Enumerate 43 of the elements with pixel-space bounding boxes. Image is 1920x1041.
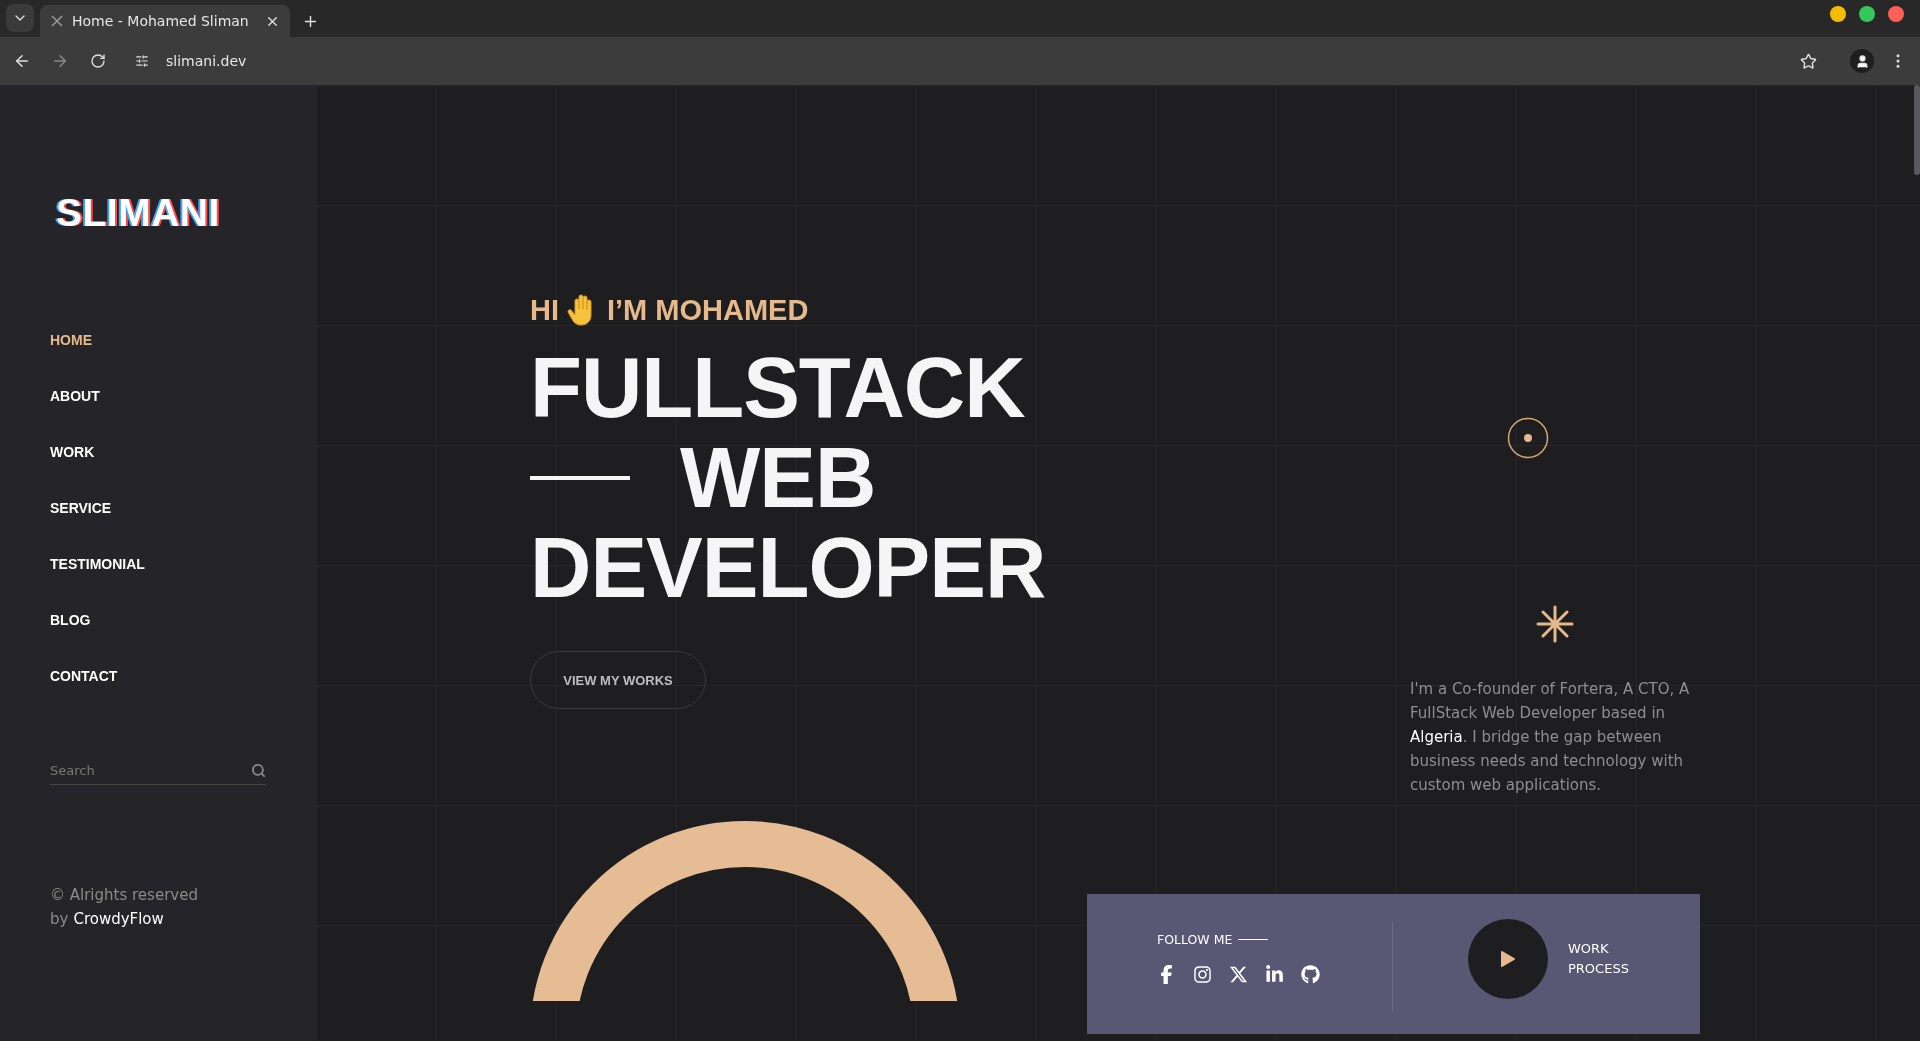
forward-icon[interactable] <box>51 52 69 70</box>
hero-title-line: FULLSTACK <box>530 343 1025 433</box>
x-icon[interactable] <box>1229 965 1248 984</box>
work-process-label[interactable]: WORK PROCESS <box>1568 939 1638 979</box>
nav-link[interactable]: CONTACT <box>50 667 118 685</box>
back-icon[interactable] <box>13 52 31 70</box>
play-icon <box>1500 950 1516 968</box>
search-field[interactable]: Search <box>50 763 251 778</box>
about-paragraph: I'm a Co-founder of Fortera, A CTO, A FullStack Web Developer based in Algeria. I bridge the gap between business needs and technology with custom web applications. <box>1410 679 1691 796</box>
search-icon[interactable] <box>251 763 266 778</box>
scrollbar-thumb[interactable] <box>1914 85 1920 175</box>
nav-link[interactable]: BLOG <box>50 611 91 629</box>
copyright-text: © Alrights reserved <box>50 886 198 904</box>
nav-link[interactable]: SERVICE <box>50 499 112 517</box>
target-circle-icon <box>1507 417 1549 459</box>
site-logo[interactable]: SLIMANI <box>56 191 220 235</box>
hero-title-line: DEVELOPER <box>530 523 1046 613</box>
tab-title: Home - Mohamed Sliman <box>72 13 250 29</box>
greeting-text: I’M MOHAMED <box>607 293 809 327</box>
nav-link[interactable]: HOME <box>50 331 92 349</box>
nav-link[interactable]: ABOUT <box>50 387 100 405</box>
hero-title-line: WEB <box>680 433 876 523</box>
reload-icon[interactable] <box>90 53 106 69</box>
profile-button[interactable] <box>1850 49 1874 73</box>
minimize-icon[interactable] <box>1830 5 1846 22</box>
asterisk-icon <box>1536 605 1574 643</box>
nav-link[interactable]: WORK <box>50 443 95 461</box>
greeting-text: HI <box>530 293 559 327</box>
person-icon <box>1854 53 1870 69</box>
nav-link[interactable]: TESTIMONIAL <box>50 555 145 573</box>
dash-line <box>1238 939 1269 940</box>
credit-link[interactable]: CrowdyFlow <box>73 907 164 931</box>
follow-label: FOLLOW ME <box>1157 932 1233 947</box>
instagram-icon[interactable] <box>1193 965 1212 984</box>
linkedin-icon[interactable] <box>1265 965 1284 984</box>
site-settings-icon[interactable] <box>135 54 149 68</box>
credit-text: by <box>50 909 69 930</box>
tab-list-button[interactable] <box>6 4 34 32</box>
close-window-icon[interactable] <box>1888 5 1904 22</box>
github-icon[interactable] <box>1301 965 1320 984</box>
maximize-icon[interactable] <box>1859 5 1875 22</box>
address-bar-url[interactable]: slimani.dev <box>166 53 247 69</box>
browser-tab[interactable]: Home - Mohamed Sliman <box>40 5 290 37</box>
